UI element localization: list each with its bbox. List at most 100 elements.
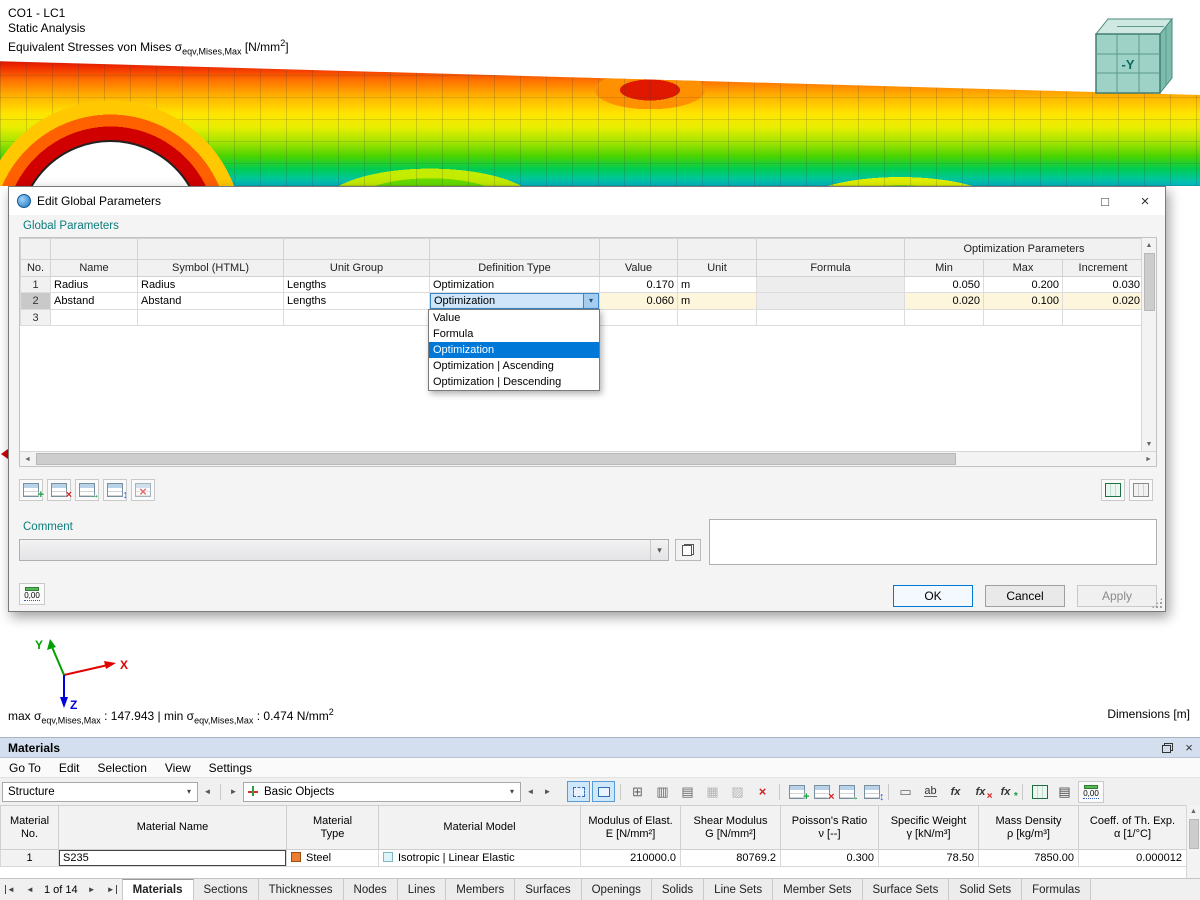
- chevron-down-icon[interactable]: ▾: [583, 294, 598, 308]
- cancel-button[interactable]: Cancel: [985, 585, 1065, 607]
- dropdown-option[interactable]: Value: [429, 310, 599, 326]
- cell-row-number[interactable]: 2: [21, 293, 51, 310]
- cell-value[interactable]: 0.170: [600, 277, 678, 293]
- cell-name[interactable]: Abstand: [51, 293, 138, 310]
- cell-increment[interactable]: 0.020: [1063, 293, 1144, 310]
- panel-scroll-arrow-icon[interactable]: [1, 449, 8, 459]
- menu-settings[interactable]: Settings: [200, 761, 261, 775]
- cell-symbol[interactable]: Abstand: [138, 293, 284, 310]
- cell-material-name[interactable]: S235: [59, 850, 287, 867]
- delete-row-button[interactable]: ×: [810, 781, 833, 802]
- cell-max[interactable]: 0.200: [984, 277, 1063, 293]
- units-settings-button[interactable]: 0,00: [19, 583, 45, 605]
- move-row-button[interactable]: ↕: [860, 781, 883, 802]
- cell-definition-type[interactable]: Optimization: [430, 277, 600, 293]
- previous-view-button[interactable]: ◄: [200, 783, 215, 801]
- menu-edit[interactable]: Edit: [50, 761, 89, 775]
- dropdown-option-selected[interactable]: Optimization: [429, 342, 599, 358]
- first-table-button[interactable]: ◄: [0, 879, 20, 900]
- table-filter-button[interactable]: ▦: [701, 781, 724, 802]
- chevron-down-icon[interactable]: ▾: [650, 540, 668, 560]
- navigator-combobox[interactable]: Structure ▾: [2, 782, 198, 802]
- next-table-button[interactable]: ►: [82, 879, 102, 900]
- fill-row-button[interactable]: →: [835, 781, 858, 802]
- fill-row-button[interactable]: →: [75, 479, 99, 501]
- next-category-button[interactable]: ►: [540, 783, 555, 801]
- tab-nodes[interactable]: Nodes: [344, 879, 398, 900]
- menu-view[interactable]: View: [156, 761, 200, 775]
- scrollbar-thumb[interactable]: [1144, 253, 1155, 311]
- ok-button[interactable]: OK: [893, 585, 973, 607]
- scrollbar-thumb[interactable]: [1189, 819, 1199, 849]
- tab-members[interactable]: Members: [446, 879, 515, 900]
- tab-formulas[interactable]: Formulas: [1022, 879, 1091, 900]
- delete-table-contents-button[interactable]: ×: [751, 781, 774, 802]
- tab-surface-sets[interactable]: Surface Sets: [863, 879, 950, 900]
- definition-type-combobox[interactable]: Optimization ▾: [430, 293, 599, 309]
- cell-unit-group[interactable]: Lengths: [284, 293, 430, 310]
- cell-symbol[interactable]: Radius: [138, 277, 284, 293]
- maximize-button[interactable]: □: [1085, 187, 1125, 215]
- previous-table-button[interactable]: ◄: [20, 879, 40, 900]
- panel-titlebar[interactable]: Materials ×: [0, 738, 1200, 758]
- cell-specific-weight[interactable]: 78.50: [879, 850, 979, 867]
- cell-increment[interactable]: [1063, 310, 1144, 326]
- formulas-button[interactable]: fx: [944, 781, 967, 802]
- cell-formula[interactable]: [757, 293, 905, 310]
- table-columns-button[interactable]: ▥: [651, 781, 674, 802]
- cell-name[interactable]: Radius: [51, 277, 138, 293]
- cell-value[interactable]: [600, 310, 678, 326]
- cell-min[interactable]: 0.020: [905, 293, 984, 310]
- float-panel-button[interactable]: [1156, 739, 1178, 757]
- export-excel-button[interactable]: [1028, 781, 1051, 802]
- edit-formulas-button[interactable]: fx*: [994, 781, 1017, 802]
- cell-symbol[interactable]: [138, 310, 284, 326]
- cell-shear-modulus[interactable]: 80769.2: [681, 850, 781, 867]
- cell-max[interactable]: 0.100: [984, 293, 1063, 310]
- previous-category-button[interactable]: ◄: [523, 783, 538, 801]
- delete-all-rows-button[interactable]: ×: [131, 479, 155, 501]
- cell-unit[interactable]: m: [678, 293, 757, 310]
- scroll-down-icon[interactable]: ▼: [1142, 437, 1156, 451]
- tab-solids[interactable]: Solids: [652, 879, 704, 900]
- cell-mass-density[interactable]: 7850.00: [979, 850, 1079, 867]
- delete-row-button[interactable]: ×: [47, 479, 71, 501]
- close-button[interactable]: ×: [1125, 187, 1165, 215]
- scroll-right-icon[interactable]: ►: [1141, 452, 1156, 466]
- move-row-button[interactable]: ↕: [103, 479, 127, 501]
- cell-modulus[interactable]: 210000.0: [581, 850, 681, 867]
- copy-comment-button[interactable]: [675, 539, 701, 561]
- tab-surfaces[interactable]: Surfaces: [515, 879, 581, 900]
- empty-rows-toggle-button[interactable]: ▭: [894, 781, 917, 802]
- dialog-titlebar[interactable]: Edit Global Parameters □ ×: [9, 187, 1165, 215]
- cell-formula[interactable]: [757, 277, 905, 293]
- cell-material-model[interactable]: Isotropic | Linear Elastic: [379, 850, 581, 867]
- tab-materials[interactable]: Materials: [122, 879, 194, 900]
- stress-contour-plot[interactable]: [0, 56, 1200, 186]
- tab-lines[interactable]: Lines: [398, 879, 447, 900]
- cell-unit-group[interactable]: [284, 310, 430, 326]
- tab-openings[interactable]: Openings: [582, 879, 652, 900]
- report-button[interactable]: ▤: [1053, 781, 1076, 802]
- insert-row-button[interactable]: +: [19, 479, 43, 501]
- cell-unit[interactable]: [678, 310, 757, 326]
- insert-row-button[interactable]: +: [785, 781, 808, 802]
- cell-unit-group[interactable]: Lengths: [284, 277, 430, 293]
- scroll-up-icon[interactable]: ▲: [1187, 805, 1200, 818]
- cell-poisson[interactable]: 0.300: [781, 850, 879, 867]
- cell-min[interactable]: [905, 310, 984, 326]
- table-display-button[interactable]: ⊞: [626, 781, 649, 802]
- cell-unit[interactable]: m: [678, 277, 757, 293]
- next-view-button[interactable]: ►: [226, 783, 241, 801]
- tab-member-sets[interactable]: Member Sets: [773, 879, 862, 900]
- scrollbar-thumb[interactable]: [36, 453, 956, 465]
- cell-name[interactable]: [51, 310, 138, 326]
- apply-button[interactable]: Apply: [1077, 585, 1157, 607]
- horizontal-scrollbar[interactable]: ◄ ►: [20, 451, 1156, 466]
- select-in-graphic-button[interactable]: [567, 781, 590, 802]
- close-panel-button[interactable]: ×: [1178, 739, 1200, 757]
- objects-combobox[interactable]: Basic Objects ▾: [243, 782, 521, 802]
- vertical-scrollbar[interactable]: ▲: [1186, 805, 1200, 879]
- cell-thermal-expansion[interactable]: 0.000012: [1079, 850, 1187, 867]
- dropdown-option[interactable]: Optimization | Descending: [429, 374, 599, 390]
